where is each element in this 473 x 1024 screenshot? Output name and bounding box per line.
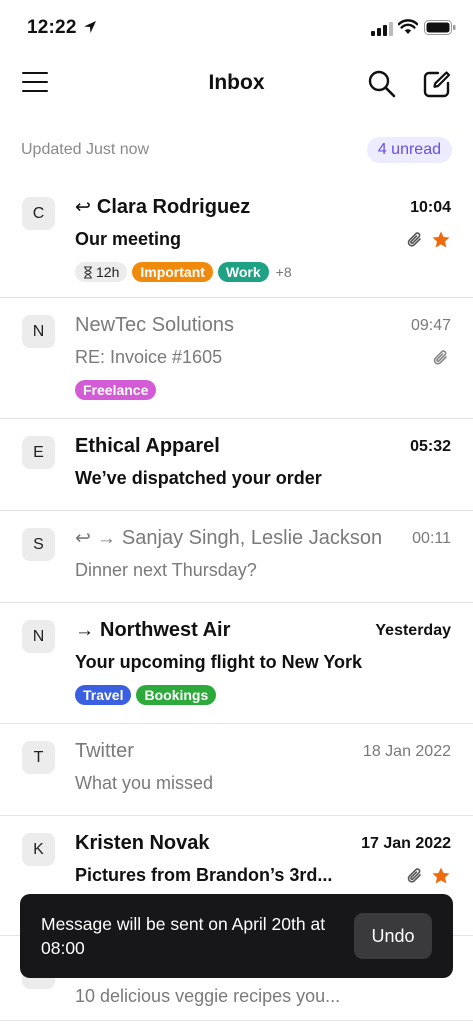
- email-subject: Our meeting: [75, 229, 182, 249]
- avatar: T: [22, 741, 55, 774]
- tag-freelance[interactable]: Freelance: [75, 380, 157, 400]
- email-subject: Pictures from Brandon’s 3rd...: [75, 865, 333, 885]
- app-header: Inbox: [0, 56, 473, 112]
- unread-badge[interactable]: 4 unread: [366, 137, 452, 163]
- avatar: N: [22, 315, 55, 348]
- forwarded-icon: →: [75, 619, 94, 641]
- email-row[interactable]: N NewTec Solutions 09:47 RE: Invoice #16…: [0, 298, 473, 419]
- sender-line: NewTec Solutions: [75, 314, 234, 337]
- inbox-status-bar: Updated Just now 4 unread: [0, 134, 473, 166]
- sender-name: Ethical Apparel: [75, 435, 220, 457]
- sender-line: Ethical Apparel: [75, 435, 220, 458]
- sender-line: → Northwest Air: [75, 619, 230, 642]
- tag-list: Travel Bookings: [75, 685, 217, 705]
- paperclip-icon: [433, 350, 447, 365]
- tag-travel[interactable]: Travel: [75, 685, 132, 705]
- wifi-icon: [398, 19, 418, 34]
- email-row[interactable]: N → Northwest Air Yesterday Your upcomin…: [0, 603, 473, 724]
- status-time: 12:22: [27, 17, 77, 38]
- email-subject: Dinner next Thursday?: [75, 560, 257, 580]
- sender-line: ↩ → Sanjay Singh, Leslie Jackson: [75, 527, 382, 550]
- paperclip-icon: [407, 868, 421, 883]
- email-subject: Your upcoming flight to New York: [75, 652, 362, 672]
- divider: [0, 1020, 473, 1021]
- replied-icon: ↩: [75, 528, 91, 549]
- email-row[interactable]: E Ethical Apparel 05:32 We’ve dispatched…: [0, 419, 473, 511]
- email-list: C ↩ Clara Rodriguez 10:04 Our meeting 12…: [0, 180, 473, 936]
- battery-icon: [424, 20, 456, 35]
- star-icon[interactable]: [431, 866, 451, 886]
- email-time: 10:04: [410, 199, 451, 216]
- location-arrow-icon: [84, 21, 96, 33]
- meta-icons: [431, 348, 451, 368]
- email-time: 18 Jan 2022: [362, 743, 451, 760]
- tag-important[interactable]: Important: [132, 262, 213, 282]
- email-subject: We’ve dispatched your order: [75, 468, 322, 488]
- forwarded-icon: →: [96, 527, 116, 549]
- email-time: Yesterday: [375, 622, 451, 639]
- status-bar: 12:22: [0, 0, 473, 56]
- email-time: 00:11: [412, 530, 451, 547]
- email-subject: What you missed: [75, 773, 214, 793]
- cellular-signal-icon: [371, 22, 393, 36]
- more-tags-count[interactable]: +8: [276, 264, 292, 280]
- scheduled-send-toast: Message will be sent on April 20th at 08…: [20, 894, 453, 978]
- email-subject: RE: Invoice #1605: [75, 347, 223, 367]
- email-row[interactable]: T Twitter 18 Jan 2022 What you missed: [0, 724, 473, 816]
- sender-name: NewTec Solutions: [75, 314, 234, 336]
- email-subject[interactable]: 10 delicious veggie recipes you...: [75, 986, 340, 1007]
- sender-name: Clara Rodriguez: [96, 196, 251, 218]
- search-icon[interactable]: [366, 68, 398, 100]
- star-icon[interactable]: [431, 230, 451, 250]
- hourglass-icon: [84, 265, 92, 279]
- email-row[interactable]: C ↩ Clara Rodriguez 10:04 Our meeting 12…: [0, 180, 473, 298]
- replied-icon: ↩: [75, 197, 91, 218]
- toast-message: Message will be sent on April 20th at 08…: [41, 914, 326, 958]
- avatar: E: [22, 436, 55, 469]
- meta-icons: [405, 230, 451, 250]
- tag-list: Freelance: [75, 380, 157, 400]
- tag-work[interactable]: Work: [217, 262, 269, 282]
- menu-icon[interactable]: [22, 72, 48, 94]
- updated-label: Updated Just now: [21, 141, 150, 158]
- avatar: C: [22, 197, 55, 230]
- email-time: 17 Jan 2022: [361, 835, 451, 852]
- compose-icon[interactable]: [421, 68, 453, 100]
- snooze-time: 12h: [96, 264, 120, 280]
- page-title: Inbox: [208, 71, 265, 94]
- paperclip-icon: [407, 232, 421, 247]
- avatar: K: [22, 833, 55, 866]
- sender-line: Kristen Novak: [75, 832, 210, 855]
- sender-line: Twitter: [75, 740, 134, 763]
- email-time: 05:32: [410, 438, 451, 455]
- tag-list: 12h Important Work +8: [75, 262, 292, 282]
- sender-name: Northwest Air: [100, 619, 231, 641]
- meta-icons: [405, 866, 451, 886]
- sender-name: Twitter: [75, 740, 134, 762]
- avatar: N: [22, 620, 55, 653]
- undo-button[interactable]: Undo: [354, 913, 432, 959]
- email-time: 09:47: [410, 317, 451, 334]
- avatar: S: [22, 528, 55, 561]
- email-row[interactable]: S ↩ → Sanjay Singh, Leslie Jackson 00:11…: [0, 511, 473, 603]
- sender-name: Kristen Novak: [75, 832, 210, 854]
- sender-name: Sanjay Singh, Leslie Jackson: [121, 527, 383, 549]
- sender-line: ↩ Clara Rodriguez: [75, 196, 250, 219]
- snooze-badge: 12h: [75, 262, 128, 282]
- tag-bookings[interactable]: Bookings: [136, 685, 217, 705]
